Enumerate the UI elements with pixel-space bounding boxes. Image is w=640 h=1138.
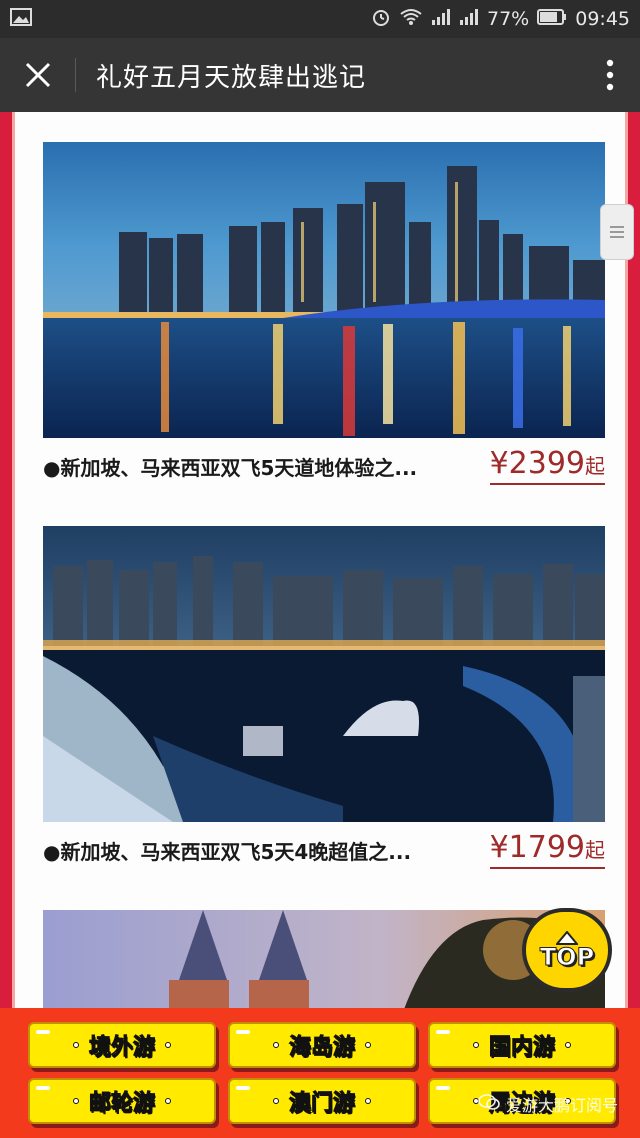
page-content[interactable]: ●新加坡、马来西亚双飞5天道地体验之... ¥2399起 ●新加坡、马来西亚双飞… [0,112,640,1138]
category-label: 邮轮游 [88,1091,155,1117]
back-to-top-button[interactable]: TOP [522,908,612,992]
clock: 09:45 [575,8,630,30]
product-photo-marina-bay[interactable] [43,526,605,822]
close-icon [25,62,50,88]
category-button-macau[interactable]: 澳门游 [228,1078,416,1124]
product-photo-cathedral[interactable] [43,910,605,1012]
price-unit: 起 [585,454,605,478]
drag-handle-icon [610,226,624,238]
product-price[interactable]: ¥2399起 [489,446,605,485]
scroll-handle[interactable] [600,204,634,260]
battery-percent: 77% [487,8,530,30]
category-label: 国内游 [488,1035,555,1061]
alarm-icon [371,7,391,32]
product-card[interactable] [43,910,605,1012]
category-button-domestic[interactable]: 国内游 [428,1022,616,1068]
category-nav: 境外游 海岛游 国内游 邮轮游 澳门游 周边游 [0,1008,640,1138]
product-caption: ●新加坡、马来西亚双飞5天道地体验之... ¥2399起 [43,440,605,492]
page-title: 礼好五月天放肆出逃记 [96,62,367,93]
category-button-overseas[interactable]: 境外游 [28,1022,216,1068]
category-label: 境外游 [88,1035,155,1061]
signal-icon-2 [459,8,479,30]
price-value: ¥2399 [489,446,585,481]
price-value: ¥1799 [489,830,585,865]
product-price[interactable]: ¥1799起 [489,830,605,869]
watermark: 爱游大鹏订阅号 [478,1092,618,1116]
status-bar: 77% 09:45 [0,0,640,38]
product-name[interactable]: ●新加坡、马来西亚双飞5天4晚超值之... [43,836,490,865]
category-label: 海岛游 [288,1035,355,1061]
title-bar: 礼好五月天放肆出逃记 [0,38,640,112]
watermark-text: 爱游大鹏订阅号 [505,1096,618,1115]
battery-icon [537,8,567,30]
product-card[interactable]: ●新加坡、马来西亚双飞5天道地体验之... ¥2399起 [43,142,605,492]
wifi-icon [399,8,423,31]
more-options-button[interactable] [580,38,640,112]
product-photo-singapore-skyline[interactable] [43,142,605,438]
category-button-cruise[interactable]: 邮轮游 [28,1078,216,1124]
product-name[interactable]: ●新加坡、马来西亚双飞5天道地体验之... [43,452,490,481]
close-button[interactable] [0,38,75,112]
wechat-icon [478,1093,500,1115]
product-list-panel: ●新加坡、马来西亚双飞5天道地体验之... ¥2399起 ●新加坡、马来西亚双飞… [12,112,628,1012]
category-label: 澳门游 [288,1091,355,1117]
gallery-notification-icon [10,7,32,31]
price-unit: 起 [585,838,605,862]
back-to-top-label: TOP [539,943,595,971]
product-card[interactable]: ●新加坡、马来西亚双飞5天4晚超值之... ¥1799起 [43,526,605,876]
signal-icon [431,8,451,30]
more-vertical-icon [606,59,614,91]
category-button-island[interactable]: 海岛游 [228,1022,416,1068]
product-caption: ●新加坡、马来西亚双飞5天4晚超值之... ¥1799起 [43,824,605,876]
